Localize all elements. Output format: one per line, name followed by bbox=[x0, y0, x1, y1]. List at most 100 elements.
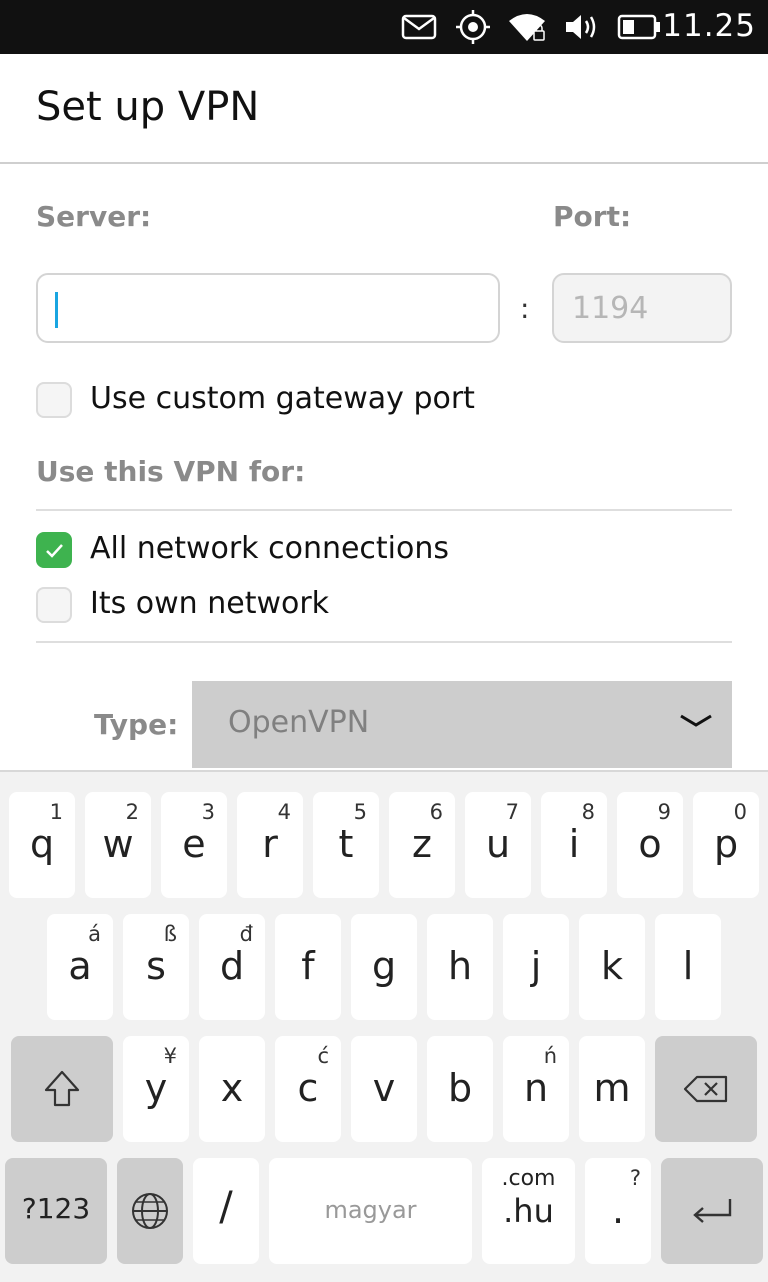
period-key[interactable]: ? . bbox=[585, 1158, 651, 1264]
key-alt-label: 6 bbox=[429, 800, 443, 824]
key-label: y bbox=[144, 1066, 168, 1110]
key-alt-label: 3 bbox=[201, 800, 215, 824]
key-label: s bbox=[146, 944, 166, 988]
symbols-key[interactable]: ?123 bbox=[5, 1158, 107, 1264]
mail-icon bbox=[400, 10, 438, 44]
key-label: v bbox=[372, 1066, 396, 1110]
server-input[interactable] bbox=[36, 273, 500, 343]
key-label: g bbox=[371, 944, 397, 988]
all-connections-checkbox[interactable] bbox=[36, 532, 72, 568]
key-label: c bbox=[297, 1066, 319, 1110]
key-n[interactable]: nń bbox=[503, 1036, 569, 1142]
key-alt-label: ¥ bbox=[163, 1044, 177, 1068]
key-label: u bbox=[485, 822, 511, 866]
space-key[interactable]: magyar bbox=[269, 1158, 472, 1264]
chevron-down-icon bbox=[680, 714, 712, 727]
key-label: h bbox=[447, 944, 473, 988]
port-input[interactable]: 1194 bbox=[552, 273, 732, 343]
key-label: o bbox=[638, 822, 662, 866]
key-label: p bbox=[713, 822, 739, 866]
volume-icon bbox=[563, 10, 599, 44]
vpn-type-value: OpenVPN bbox=[228, 705, 370, 740]
key-label: l bbox=[682, 944, 694, 988]
key-h[interactable]: h bbox=[427, 914, 493, 1020]
wifi-icon bbox=[507, 10, 547, 44]
key-s[interactable]: sß bbox=[123, 914, 189, 1020]
key-x[interactable]: x bbox=[199, 1036, 265, 1142]
domain-key-label: .hu bbox=[503, 1192, 554, 1230]
key-label: x bbox=[220, 1066, 244, 1110]
key-o[interactable]: o9 bbox=[617, 792, 683, 898]
globe-icon bbox=[132, 1193, 168, 1229]
own-network-label: Its own network bbox=[90, 586, 330, 621]
key-alt-label: đ bbox=[239, 922, 253, 946]
backspace-key[interactable] bbox=[655, 1036, 757, 1142]
key-alt-label: ń bbox=[543, 1044, 557, 1068]
key-a[interactable]: aá bbox=[47, 914, 113, 1020]
key-g[interactable]: g bbox=[351, 914, 417, 1020]
key-label: n bbox=[523, 1066, 549, 1110]
key-label: a bbox=[68, 944, 92, 988]
domain-key-alt: .com bbox=[501, 1166, 556, 1191]
key-m[interactable]: m bbox=[579, 1036, 645, 1142]
location-icon bbox=[454, 10, 492, 44]
key-l[interactable]: l bbox=[655, 914, 721, 1020]
check-icon bbox=[46, 544, 63, 558]
key-label: e bbox=[182, 822, 206, 866]
key-alt-label: 1 bbox=[49, 800, 63, 824]
custom-gateway-checkbox[interactable] bbox=[36, 382, 72, 418]
key-r[interactable]: r4 bbox=[237, 792, 303, 898]
key-p[interactable]: p0 bbox=[693, 792, 759, 898]
key-j[interactable]: j bbox=[503, 914, 569, 1020]
vpn-type-dropdown[interactable]: OpenVPN bbox=[192, 681, 732, 768]
period-key-label: . bbox=[611, 1188, 625, 1232]
key-alt-label: á bbox=[88, 922, 101, 946]
key-t[interactable]: t5 bbox=[313, 792, 379, 898]
key-w[interactable]: w2 bbox=[85, 792, 151, 898]
key-label: q bbox=[29, 822, 55, 866]
enter-key[interactable] bbox=[661, 1158, 763, 1264]
key-alt-label: ć bbox=[317, 1044, 329, 1068]
key-f[interactable]: f bbox=[275, 914, 341, 1020]
divider bbox=[36, 509, 732, 511]
slash-key[interactable]: / bbox=[193, 1158, 259, 1264]
key-alt-label: 2 bbox=[125, 800, 139, 824]
key-label: r bbox=[262, 822, 278, 866]
key-k[interactable]: k bbox=[579, 914, 645, 1020]
key-label: t bbox=[338, 822, 354, 866]
key-label: k bbox=[600, 944, 623, 988]
key-label: z bbox=[412, 822, 432, 866]
battery-icon bbox=[616, 10, 662, 44]
domain-key[interactable]: .com .hu bbox=[482, 1158, 575, 1264]
port-label: Port: bbox=[553, 200, 632, 233]
shift-icon bbox=[44, 1070, 80, 1107]
key-alt-label: ß bbox=[163, 922, 177, 946]
key-alt-label: 0 bbox=[733, 800, 747, 824]
key-y[interactable]: y ¥ bbox=[123, 1036, 189, 1142]
key-z[interactable]: z6 bbox=[389, 792, 455, 898]
page-header: Set up VPN bbox=[0, 54, 768, 164]
key-v[interactable]: v bbox=[351, 1036, 417, 1142]
key-i[interactable]: i8 bbox=[541, 792, 607, 898]
language-key[interactable] bbox=[117, 1158, 183, 1264]
type-label: Type: bbox=[94, 708, 179, 741]
key-e[interactable]: e3 bbox=[161, 792, 227, 898]
key-d[interactable]: dđ bbox=[199, 914, 265, 1020]
all-connections-label: All network connections bbox=[90, 531, 450, 566]
key-alt-label: 9 bbox=[657, 800, 671, 824]
key-q[interactable]: q1 bbox=[9, 792, 75, 898]
backspace-icon bbox=[683, 1075, 728, 1103]
server-label: Server: bbox=[36, 200, 152, 233]
own-network-checkbox[interactable] bbox=[36, 587, 72, 623]
period-key-alt: ? bbox=[629, 1166, 641, 1190]
on-screen-keyboard: q 1 w 2 e 3 r 4 t 5 z 6 u 7 i 8 o 9 p 0 a á s ß d đ f g h j k l y ¥ x c ć v b n… bbox=[0, 770, 768, 1282]
shift-key[interactable] bbox=[11, 1036, 113, 1142]
key-u[interactable]: u7 bbox=[465, 792, 531, 898]
custom-gateway-label: Use custom gateway port bbox=[90, 381, 475, 416]
key-c[interactable]: cć bbox=[275, 1036, 341, 1142]
key-label: d bbox=[219, 944, 245, 988]
symbols-key-label: ?123 bbox=[21, 1192, 91, 1225]
divider bbox=[36, 641, 732, 643]
key-b[interactable]: b bbox=[427, 1036, 493, 1142]
key-alt-label: 7 bbox=[505, 800, 519, 824]
